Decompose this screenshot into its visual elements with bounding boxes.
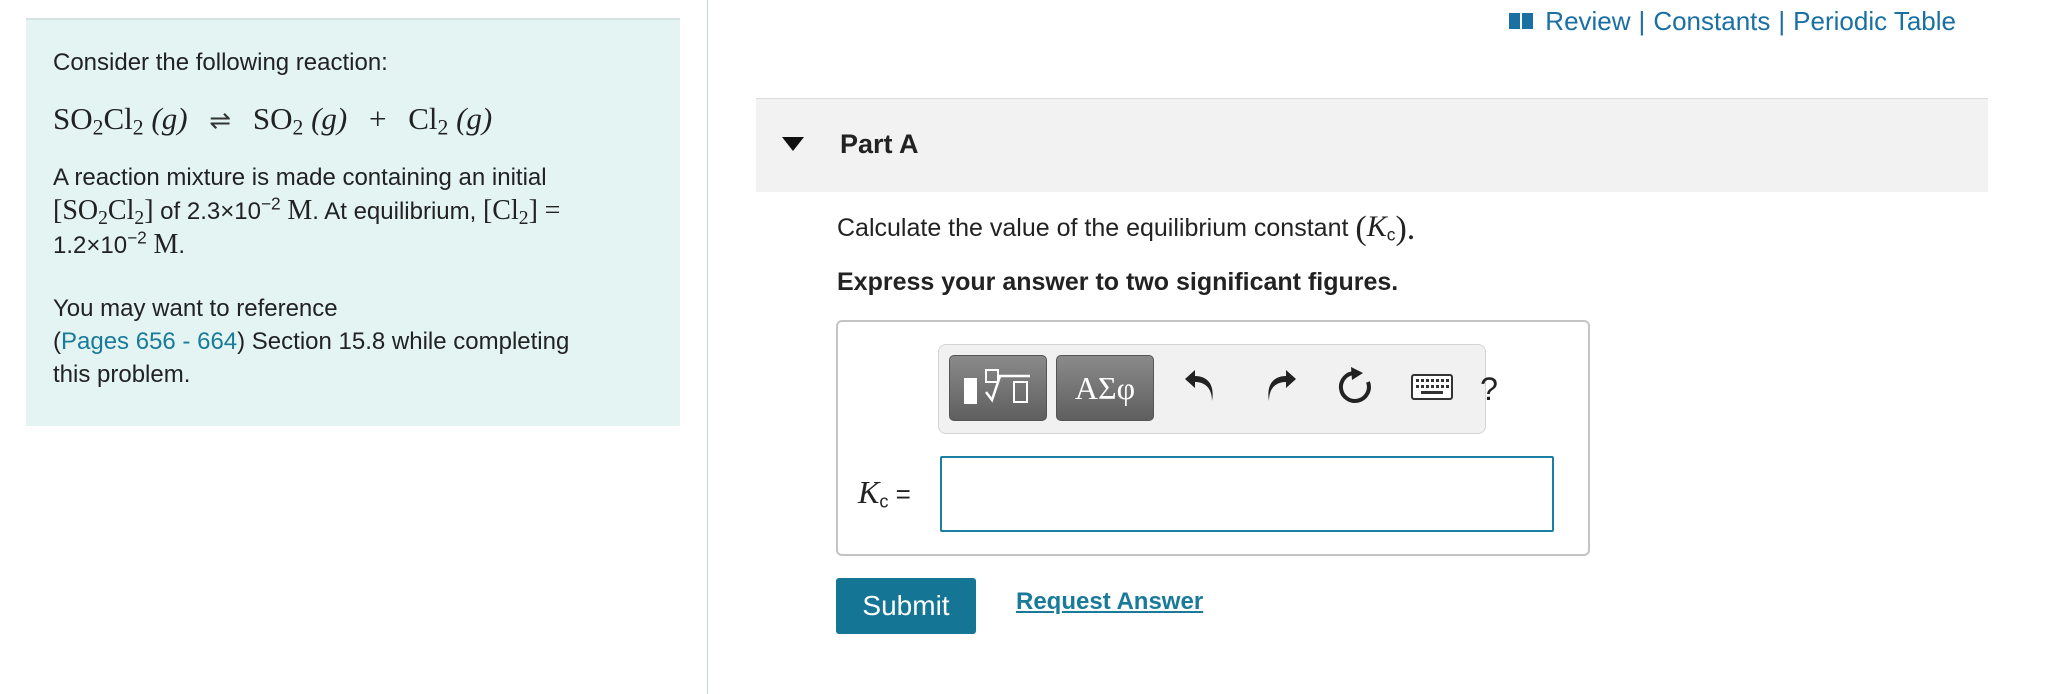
keyboard-icon[interactable] [1411,374,1453,400]
kc-answer-input[interactable] [940,456,1554,532]
reference-note: You may want to reference (Pages 656 - 66… [53,295,570,388]
kc-label: Kc = [858,474,911,512]
templates-button[interactable] [949,355,1047,421]
redo-icon[interactable] [1259,367,1299,407]
book-icon [1509,13,1534,29]
part-a-header[interactable]: Part A [756,98,1988,192]
product2-phase: (g) [456,101,493,136]
math-toolbar: ΑΣφ ? [938,344,1498,434]
equilibrium-species: [Cl2] [482,195,538,229]
review-link[interactable]: Review [1545,6,1630,36]
mixture-description: A reaction mixture is made containing an… [53,164,561,260]
panel-divider [707,0,708,694]
product2-formula: Cl2 [408,101,449,140]
product1-phase: (g) [311,101,348,136]
question-text: Calculate the value of the equilibrium c… [837,210,1416,247]
templates-icon [964,369,1030,404]
reactant-formula: SO2Cl2 [53,101,144,140]
answer-instruction: Express your answer to two significant f… [837,268,1399,296]
problem-intro: Consider the following reaction: [53,49,388,76]
initial-concentration-species: [SO2Cl2] [53,195,154,229]
periodic-table-link[interactable]: Periodic Table [1793,6,1956,36]
help-button[interactable]: ? [1474,369,1504,409]
part-title: Part A [840,129,919,159]
reactant-phase: (g) [151,101,188,136]
problem-panel: Consider the following reaction: SO2Cl2 … [26,18,680,426]
constants-link[interactable]: Constants [1653,6,1770,36]
triangle-down-icon[interactable] [782,137,804,151]
undo-icon[interactable] [1182,367,1222,407]
request-answer-link[interactable]: Request Answer [1016,588,1203,616]
link-separator: | [1638,6,1646,36]
pages-reference-link[interactable]: Pages 656 - 664 [61,328,237,355]
answer-box: ΑΣφ ? Kc = [836,320,1590,556]
reset-icon[interactable] [1335,367,1375,407]
equilibrium-arrow: ⇌ [209,106,232,135]
plus-sign: + [368,101,387,136]
link-separator: | [1778,6,1786,36]
equilibrium-value: 1.2×10−2 [53,227,147,259]
greek-symbols-button[interactable]: ΑΣφ [1056,355,1154,421]
resource-links: Review | Constants | Periodic Table [1509,6,1956,36]
reaction-equation: SO2Cl2 (g) ⇌ SO2 (g) + Cl2 (g) [53,97,653,143]
submit-button[interactable]: Submit [836,578,976,634]
initial-concentration-value: 2.3×10−2 [186,193,281,225]
product1-formula: SO2 [252,101,304,140]
